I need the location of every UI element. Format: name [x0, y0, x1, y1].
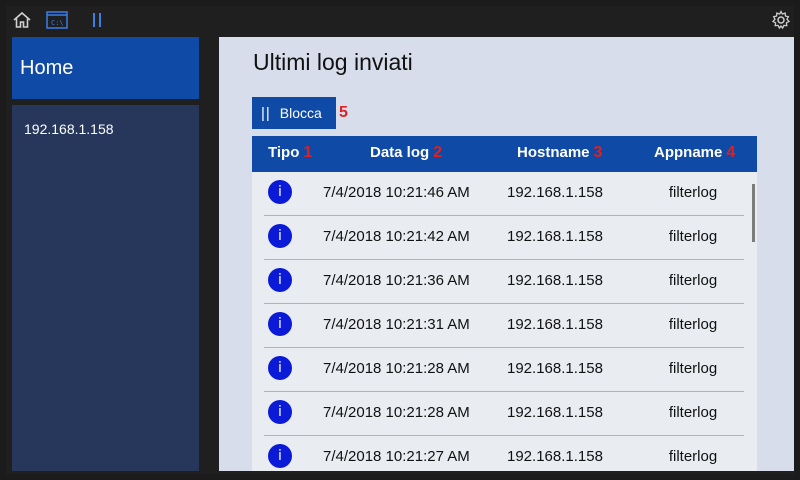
cell-appname: filterlog: [668, 404, 718, 421]
cell-hostname: 192.168.1.158: [507, 184, 603, 201]
table-body: i 7/4/2018 10:21:46 AM 192.168.1.158 fil…: [252, 172, 757, 471]
column-marker: 4: [726, 144, 736, 161]
table-row[interactable]: i 7/4/2018 10:21:28 AM 192.168.1.158 fil…: [264, 348, 744, 392]
cell-date: 7/4/2018 10:21:36 AM: [323, 272, 470, 289]
column-header-hostname[interactable]: Hostname 3: [517, 144, 602, 162]
app-window: C:\ Home 192.168.1.158 Ultimi log inviat…: [6, 6, 794, 474]
cell-hostname: 192.168.1.158: [507, 228, 603, 245]
column-header-label: Appname: [654, 144, 723, 161]
cell-appname: filterlog: [668, 228, 718, 245]
pause-button-marker: 5: [339, 104, 348, 121]
console-icon[interactable]: C:\: [46, 10, 68, 30]
cell-appname: filterlog: [668, 272, 718, 289]
info-icon: i: [268, 312, 292, 336]
cell-hostname: 192.168.1.158: [507, 360, 603, 377]
home-icon[interactable]: [11, 10, 33, 30]
cell-appname: filterlog: [668, 448, 718, 465]
table-row[interactable]: i 7/4/2018 10:21:31 AM 192.168.1.158 fil…: [264, 304, 744, 348]
column-marker: 3: [593, 144, 603, 161]
cell-appname: filterlog: [668, 184, 718, 201]
info-icon: i: [268, 180, 292, 204]
table-row[interactable]: i 7/4/2018 10:21:46 AM 192.168.1.158 fil…: [264, 172, 744, 216]
main-content: Ultimi log inviati || Blocca 5 Tipo 1 Dat…: [219, 37, 794, 471]
cell-hostname: 192.168.1.158: [507, 404, 603, 421]
cell-date: 7/4/2018 10:21:27 AM: [323, 448, 470, 465]
info-icon: i: [268, 444, 292, 468]
sidebar-host-list: 192.168.1.158: [12, 105, 199, 471]
info-icon: i: [268, 268, 292, 292]
column-header-appname[interactable]: Appname 4: [654, 144, 735, 162]
sidebar: Home 192.168.1.158: [12, 37, 199, 471]
info-icon: i: [268, 224, 292, 248]
cell-date: 7/4/2018 10:21:42 AM: [323, 228, 470, 245]
sidebar-item-host[interactable]: 192.168.1.158: [24, 121, 187, 137]
cell-date: 7/4/2018 10:21:31 AM: [323, 316, 470, 333]
info-icon: i: [268, 356, 292, 380]
pause-button-label: Blocca: [279, 105, 322, 121]
gear-icon[interactable]: [770, 10, 792, 30]
top-toolbar: C:\: [6, 6, 794, 34]
column-marker: 1: [303, 144, 313, 161]
vertical-scrollbar[interactable]: [752, 184, 755, 242]
cell-date: 7/4/2018 10:21:28 AM: [323, 360, 470, 377]
table-row[interactable]: i 7/4/2018 10:21:28 AM 192.168.1.158 fil…: [264, 392, 744, 436]
cell-appname: filterlog: [668, 316, 718, 333]
cell-hostname: 192.168.1.158: [507, 448, 603, 465]
column-header-label: Data log: [370, 144, 430, 161]
table-row[interactable]: i 7/4/2018 10:21:42 AM 192.168.1.158 fil…: [264, 216, 744, 260]
info-icon: i: [268, 400, 292, 424]
svg-text:C:\: C:\: [51, 19, 64, 27]
column-header-label: Hostname: [517, 144, 590, 161]
cell-hostname: 192.168.1.158: [507, 316, 603, 333]
sidebar-home-button[interactable]: Home: [12, 37, 199, 99]
log-table: Tipo 1 Data log 2 Hostname 3 Appname 4 i 7/4…: [252, 136, 757, 471]
pause-button[interactable]: || Blocca: [252, 97, 336, 129]
pause-icon: ||: [261, 104, 271, 122]
cell-hostname: 192.168.1.158: [507, 272, 603, 289]
column-header-data-log[interactable]: Data log 2: [370, 144, 442, 162]
cell-date: 7/4/2018 10:21:28 AM: [323, 404, 470, 421]
table-row[interactable]: i 7/4/2018 10:21:36 AM 192.168.1.158 fil…: [264, 260, 744, 304]
cell-date: 7/4/2018 10:21:46 AM: [323, 184, 470, 201]
column-marker: 2: [433, 144, 443, 161]
page-title: Ultimi log inviati: [253, 49, 413, 75]
column-header-tipo[interactable]: Tipo 1: [268, 144, 312, 162]
column-header-label: Tipo: [268, 144, 300, 161]
table-row[interactable]: i 7/4/2018 10:21:27 AM 192.168.1.158 fil…: [264, 436, 744, 471]
cell-appname: filterlog: [668, 360, 718, 377]
table-header: Tipo 1 Data log 2 Hostname 3 Appname 4: [252, 136, 757, 172]
pause-icon[interactable]: [86, 10, 108, 30]
